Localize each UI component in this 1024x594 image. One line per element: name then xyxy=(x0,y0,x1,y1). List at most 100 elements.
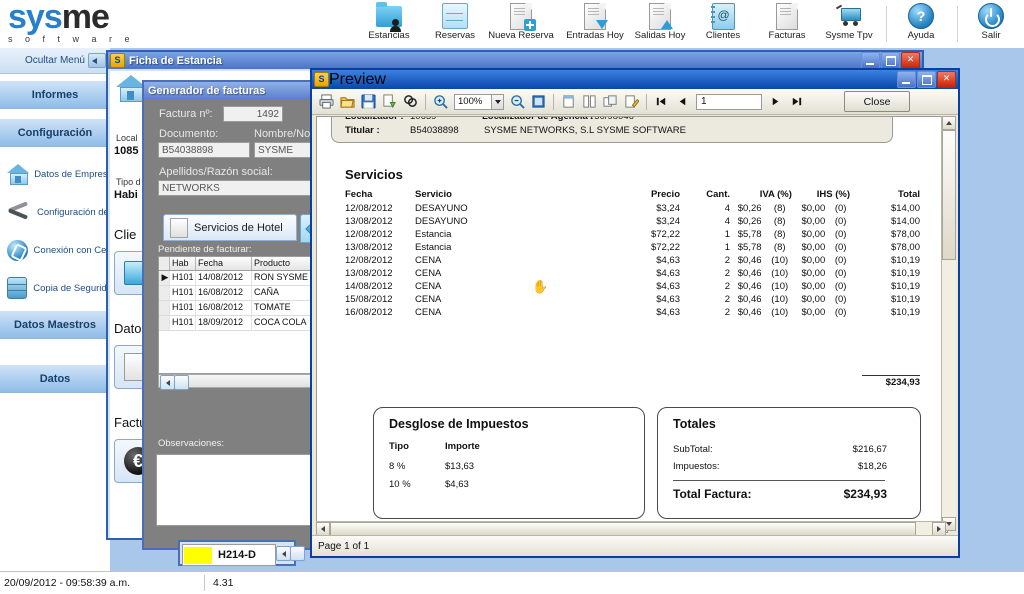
zoom-level-select[interactable]: 100% xyxy=(454,93,504,110)
scroll-up-button[interactable] xyxy=(942,116,956,130)
cell-hab: H101 xyxy=(170,271,196,285)
toolbar-button-nueva-reserva[interactable]: Nueva Reserva xyxy=(483,2,559,47)
preview-maximize-button[interactable] xyxy=(917,71,936,88)
cell-iva-pct: (10) xyxy=(771,307,789,318)
vertical-scroll-thumb[interactable] xyxy=(942,130,956,260)
toolbar-button-salidas-hoy[interactable]: Salidas Hoy xyxy=(625,2,695,47)
sidebar-item-conexion-con-central[interactable]: Conexión con Cen xyxy=(0,232,110,268)
room-scroll-left-button[interactable] xyxy=(276,546,291,561)
fit-page-icon[interactable] xyxy=(529,92,548,111)
multi-page-icon[interactable] xyxy=(601,92,620,111)
find-icon[interactable] xyxy=(401,92,420,111)
window-room-indicator[interactable]: H214-D xyxy=(178,540,305,566)
room-cell[interactable]: H214-D xyxy=(182,544,276,566)
generador-titlebar[interactable]: Generador de facturas xyxy=(144,82,330,99)
ficha-minimize-button[interactable] xyxy=(861,52,880,69)
horizontal-scroll-thumb[interactable] xyxy=(330,522,916,536)
toolbar-button-ayuda[interactable]: ? Ayuda xyxy=(888,2,954,47)
table-row[interactable]: H101 18/09/2012 COCA COLA xyxy=(159,316,322,331)
sidebar-item-label: Datos de Empresa xyxy=(34,168,110,180)
cell-total: $10,19 xyxy=(890,255,920,266)
table-row[interactable]: ▶ H101 14/08/2012 RON SYSME xyxy=(159,271,322,286)
toolbar-button-clientes[interactable]: @ Clientes xyxy=(690,2,756,47)
preview-document[interactable]: Localizador : 10659 Localizador de Agenc… xyxy=(316,116,948,533)
preview-close-button[interactable]: ✕ xyxy=(937,71,956,88)
first-page-icon[interactable] xyxy=(652,92,671,111)
preview-title: Preview xyxy=(329,70,386,88)
cell-iva-pct: (10) xyxy=(771,294,789,305)
table-row[interactable]: H101 16/08/2012 TOMATE xyxy=(159,301,322,316)
single-page-icon[interactable] xyxy=(559,92,578,111)
previous-page-icon[interactable] xyxy=(673,92,692,111)
cell-iva: $5,78 xyxy=(737,242,762,253)
toolbar-button-entradas-hoy[interactable]: Entradas Hoy xyxy=(558,2,632,47)
table-row[interactable]: H101 16/08/2012 CAÑA xyxy=(159,286,322,301)
preview-vertical-scrollbar[interactable] xyxy=(941,116,956,531)
row-selector[interactable] xyxy=(159,286,170,300)
last-page-icon[interactable] xyxy=(787,92,806,111)
room-scroll-thumb[interactable] xyxy=(290,546,305,561)
next-page-icon[interactable] xyxy=(766,92,785,111)
page-number-input[interactable]: 1 xyxy=(696,93,762,110)
toolbar-button-estancias[interactable]: Estancias xyxy=(356,1,422,47)
cell-iva-pct: (8) xyxy=(773,229,786,240)
pendiente-grid[interactable]: Hab Fecha Producto ▶ H101 14/08/2012 RON… xyxy=(158,256,323,374)
scroll-left-button[interactable] xyxy=(316,522,330,536)
toolbar-button-sysme-tpv[interactable]: Sysme Tpv xyxy=(814,2,884,47)
grand-total: $234,93 xyxy=(885,377,920,388)
ficha-close-button[interactable]: ✕ xyxy=(901,52,920,69)
save-icon[interactable] xyxy=(359,92,378,111)
chevron-down-icon[interactable] xyxy=(491,94,503,109)
documento-label: Documento: xyxy=(159,128,219,140)
row-selector[interactable]: ▶ xyxy=(159,271,170,285)
print-icon[interactable] xyxy=(317,92,336,111)
ficha-titlebar[interactable]: S Ficha de Estancia ✕ xyxy=(108,52,922,69)
hotel-services-icon xyxy=(170,217,188,238)
sidebar-group-configuracion[interactable]: Configuración xyxy=(0,118,110,147)
cell-iva: $5,78 xyxy=(737,229,762,240)
preview-titlebar[interactable]: S Preview ✕ xyxy=(312,70,958,89)
sidebar-group-datos[interactable]: Datos xyxy=(0,364,110,393)
row-selector[interactable] xyxy=(159,316,170,330)
window-generador-de-facturas[interactable]: Generador de facturas Factura nº: 1492 D… xyxy=(142,80,336,550)
tab-servicios-de-hotel[interactable]: Servicios de Hotel xyxy=(163,214,297,241)
factura-num-input[interactable]: 1492 xyxy=(223,106,283,122)
sidebar-hide-menu-button[interactable]: Ocultar Menú xyxy=(0,48,110,74)
sidebar-item-copia-de-seguridad[interactable]: Copia de Seguridad xyxy=(0,270,110,306)
sidebar-group-datos-maestros[interactable]: Datos Maestros xyxy=(0,310,110,339)
documento-input[interactable]: B54038898 xyxy=(158,142,250,158)
col-iva: IVA (%) xyxy=(759,189,792,200)
open-icon[interactable] xyxy=(338,92,357,111)
sidebar-item-datos-de-empresa[interactable]: Datos de Empresa xyxy=(0,156,110,192)
zoom-out-icon[interactable] xyxy=(508,92,527,111)
preview-minimize-button[interactable] xyxy=(897,71,916,88)
observaciones-textarea[interactable] xyxy=(156,454,330,526)
export-icon[interactable] xyxy=(380,92,399,111)
impuestos-value: $18,26 xyxy=(857,461,887,472)
sidebar-item-configuracion[interactable]: Configuración de xyxy=(0,194,110,230)
cell-servicio: Estancia xyxy=(415,242,452,253)
cell-precio: $4,63 xyxy=(656,255,680,266)
preview-horizontal-scrollbar[interactable] xyxy=(316,521,946,536)
zoom-in-icon[interactable] xyxy=(431,92,450,111)
edit-icon[interactable] xyxy=(622,92,641,111)
generador-grid-hscrollbar[interactable] xyxy=(158,374,323,390)
cell-total: $10,19 xyxy=(890,268,920,279)
ficha-maximize-button[interactable] xyxy=(881,52,900,69)
toolbar-button-salir[interactable]: Salir xyxy=(958,2,1024,47)
window-preview[interactable]: S Preview ✕ 100% 1 Close Localizador: 1… xyxy=(310,68,960,558)
table-row: 12/08/2012 DESAYUNO $3,24 4 $0,26 (8) $0,00 (0)… xyxy=(345,202,920,215)
toolbar-button-reservas[interactable]: Reservas xyxy=(422,2,488,47)
preview-statusbar: Page 1 of 1 xyxy=(312,535,958,556)
cell-precio: $4,63 xyxy=(656,281,680,292)
toolbar-button-facturas[interactable]: Facturas xyxy=(754,2,820,47)
scroll-right-button[interactable] xyxy=(932,522,946,536)
grid-scroll-left-button[interactable] xyxy=(160,375,175,390)
preview-close-action-button[interactable]: Close xyxy=(844,91,910,112)
row-selector[interactable] xyxy=(159,301,170,315)
apellidos-input[interactable]: NETWORKS xyxy=(158,180,332,196)
sidebar-group-informes[interactable]: Informes xyxy=(0,80,110,109)
ficha-tipo-label: Tipo d xyxy=(116,177,141,187)
two-page-icon[interactable] xyxy=(580,92,599,111)
grid-scroll-thumb[interactable] xyxy=(174,375,189,390)
